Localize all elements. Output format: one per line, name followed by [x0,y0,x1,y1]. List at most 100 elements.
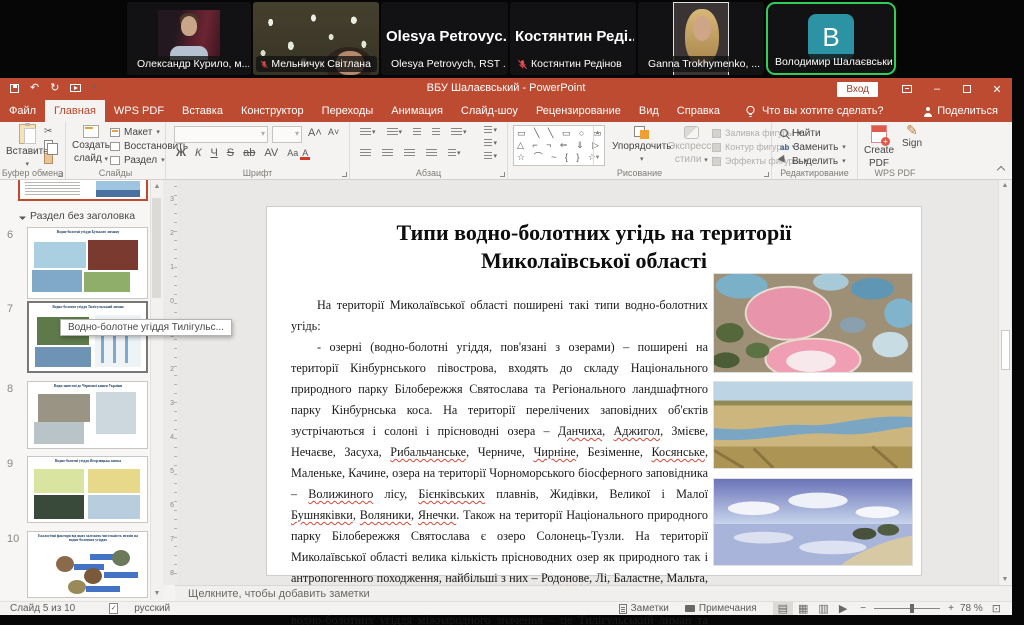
participant-tile[interactable]: Олександр Курило, м... [127,2,251,75]
copy-icon[interactable] [44,140,53,150]
zoom-out-icon[interactable]: − [860,603,866,614]
close-button[interactable]: ✕ [982,83,1012,96]
notes-toggle[interactable]: Заметки [619,603,669,614]
underline-button[interactable]: Ч [208,147,219,159]
tab-вид[interactable]: Вид [630,100,668,122]
clipboard-dialog-launcher[interactable] [58,172,63,177]
tab-рецензирование[interactable]: Рецензирование [527,100,630,122]
align-left-icon[interactable] [358,148,373,158]
character-spacing-button[interactable]: AV [262,147,280,159]
slide-9-thumbnail[interactable]: Водно-болотні угіддя Ягорлицька затока [27,456,148,523]
convert-smartart-icon[interactable]: ▾ [482,151,499,161]
paste-button[interactable]: Вставить▾ [6,124,48,170]
decrease-indent-icon[interactable] [411,127,423,137]
strikethrough-button[interactable]: S [225,147,236,159]
restore-button[interactable] [952,83,982,95]
bold-button[interactable]: Ж [174,147,188,159]
new-slide-button[interactable]: Создать слайд ▾ [72,125,110,165]
find-button[interactable]: Найти [780,126,846,140]
line-spacing-icon[interactable]: ▾ [449,127,469,137]
font-color-button[interactable]: А [300,148,310,158]
zoom-percentage[interactable]: 78 % [960,603,983,614]
slide-sorter-view-icon[interactable]: ▦ [793,602,813,615]
zoom-slider-thumb[interactable] [910,604,914,613]
participant-tile[interactable]: Мельничук Світлана [253,2,379,75]
spellcheck-button[interactable]: ✓ [109,603,118,614]
slide-8-thumbnail[interactable]: Види занесені до Червоної книги України [27,381,148,449]
reading-view-icon[interactable]: ▥ [813,602,833,615]
tab-переходы[interactable]: Переходы [313,100,383,122]
shrink-font-button[interactable]: А˅ [328,127,339,137]
slide-canvas[interactable]: Типи водно-болотних угідь на території М… [266,206,922,576]
slide-editing-area[interactable]: Типи водно-болотних угідь на території М… [178,180,1012,585]
scroll-up-icon[interactable]: ▲ [999,182,1011,189]
drawing-dialog-launcher[interactable] [764,172,769,177]
collapse-ribbon-icon[interactable] [997,166,1005,174]
slide-6-thumbnail[interactable]: Водно-болотні угіддя Бузького лиману [27,227,148,299]
tab-файл[interactable]: Файл [0,100,45,122]
quick-styles-button[interactable]: Экспресс- стили ▾ [668,126,715,166]
align-text-icon[interactable]: ▾ [482,138,499,148]
justify-icon[interactable] [424,148,439,158]
tab-анимация[interactable]: Анимация [382,100,452,122]
shape-row[interactable]: ☆ ⌒ ~ { } ☆ [517,151,601,163]
fit-to-window-icon[interactable]: ⊡ [987,602,1006,615]
tab-слайд-шоу[interactable]: Слайд-шоу [452,100,527,122]
normal-view-icon[interactable]: ▤ [773,602,793,615]
create-pdf-button[interactable]: Create PDF [864,125,894,169]
cut-icon[interactable]: ✂ [44,126,53,137]
tell-me-search[interactable]: Что вы хотите сделать? [745,100,884,122]
change-case-button[interactable]: Aa [285,148,295,158]
font-dialog-launcher[interactable] [342,172,347,177]
minimize-button[interactable]: – [922,83,952,95]
tab-конструктор[interactable]: Конструктор [232,100,313,122]
section-collapse-icon[interactable] [19,212,26,219]
shape-row[interactable]: ▭ ╲ ╲ ▭ ○ ▭ [517,127,601,139]
participant-tile[interactable]: Olesya Petrovyc...Olesya Petrovych, RST … [381,2,508,75]
grow-font-button[interactable]: А˄ [308,127,322,139]
scroll-down-icon[interactable]: ▼ [154,590,161,597]
spacing-button[interactable]: ab [241,147,257,159]
tab-wps-pdf[interactable]: WPS PDF [105,100,173,122]
increase-indent-icon[interactable] [430,127,442,137]
scroll-down-icon[interactable]: ▼ [999,576,1011,583]
align-center-icon[interactable] [380,148,395,158]
ribbon-display-options-button[interactable] [892,83,922,95]
slide-body-text[interactable]: На території Миколаївської області пошир… [291,295,708,625]
arrange-button[interactable]: Упорядочить▾ [612,126,672,165]
panel-scroll-thumb[interactable] [152,198,161,298]
zoom-slider[interactable] [874,608,940,609]
font-name-dropdown[interactable] [174,126,268,143]
comments-toggle[interactable]: Примечания [685,603,757,614]
paragraph-dialog-launcher[interactable] [500,172,505,177]
slide-5-thumbnail-current[interactable] [18,180,148,201]
participant-tile[interactable]: BВолодимир Шалаєвський [766,2,896,75]
shape-row[interactable]: △ ⌐ ¬ ⇐ ⇓ ▷ [517,139,601,151]
shapes-scroll[interactable]: ▲▼ [593,126,604,165]
slideshow-view-icon[interactable]: ▶ [834,602,852,615]
italic-button[interactable]: К [193,147,203,159]
notes-pane[interactable]: Щелкните, чтобы добавить заметки [175,585,1012,601]
canvas-scroll-thumb[interactable] [1001,330,1010,370]
language-indicator[interactable]: русский [134,603,170,614]
zoom-in-icon[interactable]: + [948,603,954,614]
scroll-up-icon[interactable]: ▲ [154,183,161,190]
sign-button[interactable]: ✎ Sign [902,125,922,149]
slide-title[interactable]: Типи водно-болотних угідь на території М… [307,219,881,275]
tab-справка[interactable]: Справка [668,100,729,122]
font-size-dropdown[interactable] [272,126,302,143]
replace-button[interactable]: abЗаменить▾ [780,140,846,154]
section-header[interactable]: Раздел без заголовка [20,210,135,222]
select-button[interactable]: Выделить▾ [780,154,846,168]
participant-tile[interactable]: Костянтин Реді...Костянтин Редінов [510,2,636,75]
numbering-icon[interactable]: ▾ [385,127,405,137]
text-direction-icon[interactable]: ▾ [482,125,499,135]
tab-вставка[interactable]: Вставка [173,100,232,122]
bullets-icon[interactable]: ▾ [358,127,378,137]
columns-icon[interactable]: ▾ [446,148,463,158]
photo-pink-salt-lakes[interactable] [713,273,913,373]
canvas-scrollbar[interactable]: ▲ ▼ [998,180,1011,585]
shapes-gallery[interactable]: ▭ ╲ ╲ ▭ ○ ▭△ ⌐ ¬ ⇐ ⇓ ▷☆ ⌒ ~ { } ☆ ▲▼ [513,125,605,166]
align-right-icon[interactable] [402,148,417,158]
tab-главная[interactable]: Главная [45,100,105,122]
